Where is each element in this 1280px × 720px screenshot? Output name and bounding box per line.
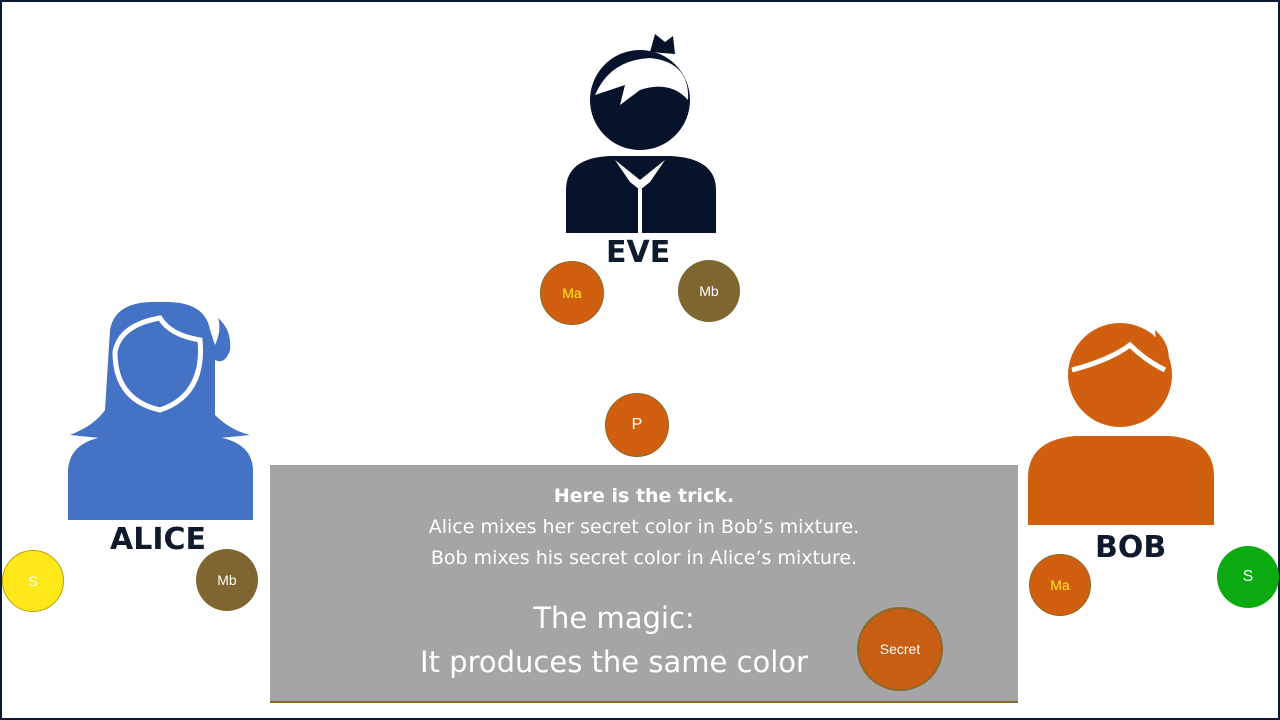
eve-ma-circle: Ma xyxy=(540,261,604,325)
eve-label: EVE xyxy=(606,235,671,270)
bob-ma-circle: Ma xyxy=(1029,554,1091,616)
alice-icon xyxy=(68,301,253,520)
eve-icon xyxy=(566,34,716,233)
shared-secret-circle: Secret xyxy=(857,607,943,691)
bob-secret-circle: S xyxy=(1217,546,1279,608)
bob-label: BOB xyxy=(1095,530,1167,565)
heading: Here is the trick. xyxy=(553,485,735,507)
public-circle: P xyxy=(605,393,669,457)
alice-label: ALICE xyxy=(110,522,207,557)
line-1: Alice mixes her secret color in Bob’s mi… xyxy=(428,516,860,538)
alice-mb-circle: Mb xyxy=(196,549,258,611)
bob-icon xyxy=(1028,323,1214,525)
alice-secret-circle: S xyxy=(2,550,64,612)
line-2: Bob mixes his secret color in Alice’s mi… xyxy=(430,547,858,569)
eve-mb-circle: Mb xyxy=(678,260,740,322)
